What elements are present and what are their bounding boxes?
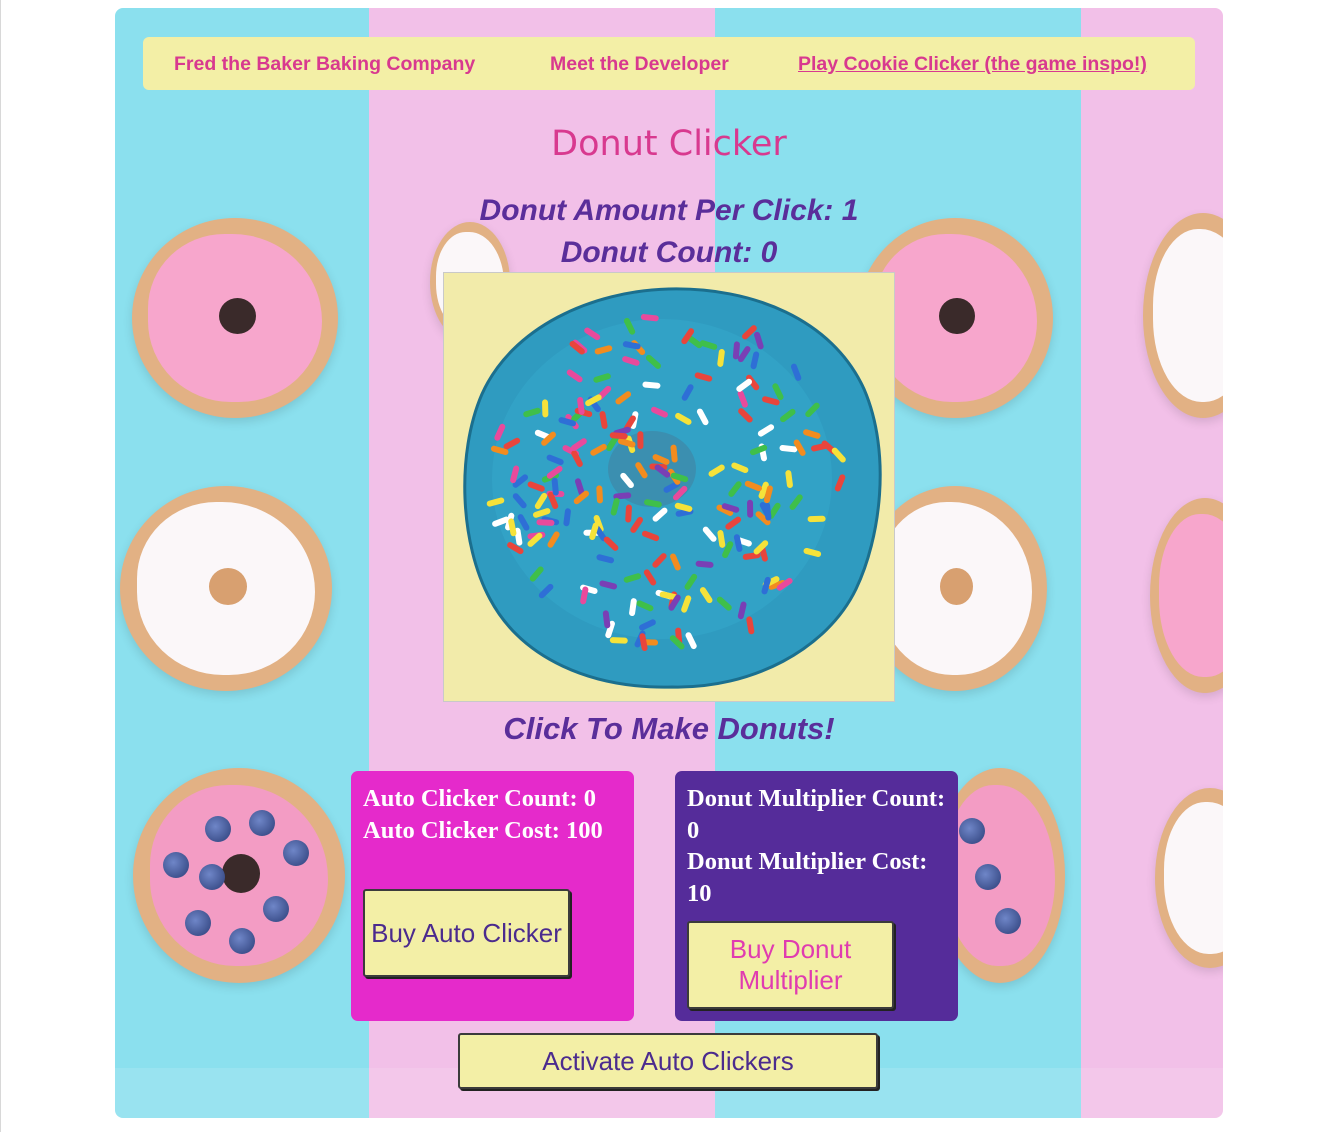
nav-bar: Fred the Baker Baking Company Meet the D… (143, 37, 1195, 90)
auto-clicker-info: Auto Clicker Count: 0 Auto Clicker Cost:… (363, 783, 625, 846)
donut-multiplier-count: Donut Multiplier Count: 0 (687, 785, 946, 844)
donut-per-click-label: Donut Amount Per Click: 1 (479, 194, 859, 227)
nav-link-cookie-clicker[interactable]: Play Cookie Clicker (the game inspo!) (798, 53, 1147, 76)
activate-auto-clickers-button[interactable]: Activate Auto Clickers (458, 1033, 878, 1089)
donut-multiplier-cost: Donut Multiplier Cost: 10 (687, 848, 928, 907)
donut-multiplier-info: Donut Multiplier Count: 0 Donut Multipli… (687, 783, 949, 909)
game-container: Fred the Baker Baking Company Meet the D… (115, 8, 1223, 1118)
nav-link-developer[interactable]: Meet the Developer (550, 53, 729, 76)
auto-clicker-panel: Auto Clicker Count: 0 Auto Clicker Cost:… (351, 771, 634, 1021)
buy-auto-clicker-button[interactable]: Buy Auto Clicker (363, 889, 570, 977)
page-edge (0, 0, 1, 1132)
buy-donut-multiplier-button[interactable]: Buy Donut Multiplier (687, 921, 894, 1009)
donut-count-label: Donut Count: 0 (560, 236, 778, 269)
nav-link-company[interactable]: Fred the Baker Baking Company (174, 53, 475, 76)
auto-clicker-cost: Auto Clicker Cost: 100 (363, 816, 603, 844)
click-instruction: Click To Make Donuts! (503, 711, 835, 746)
page-title: Donut Clicker (551, 124, 787, 164)
donut-multiplier-panel: Donut Multiplier Count: 0 Donut Multipli… (675, 771, 958, 1021)
auto-clicker-count: Auto Clicker Count: 0 (363, 785, 596, 812)
donut-click-image[interactable] (452, 279, 886, 693)
donut-image-frame (443, 272, 895, 702)
background-donut-image (120, 486, 332, 691)
background-donut-image (133, 768, 345, 983)
